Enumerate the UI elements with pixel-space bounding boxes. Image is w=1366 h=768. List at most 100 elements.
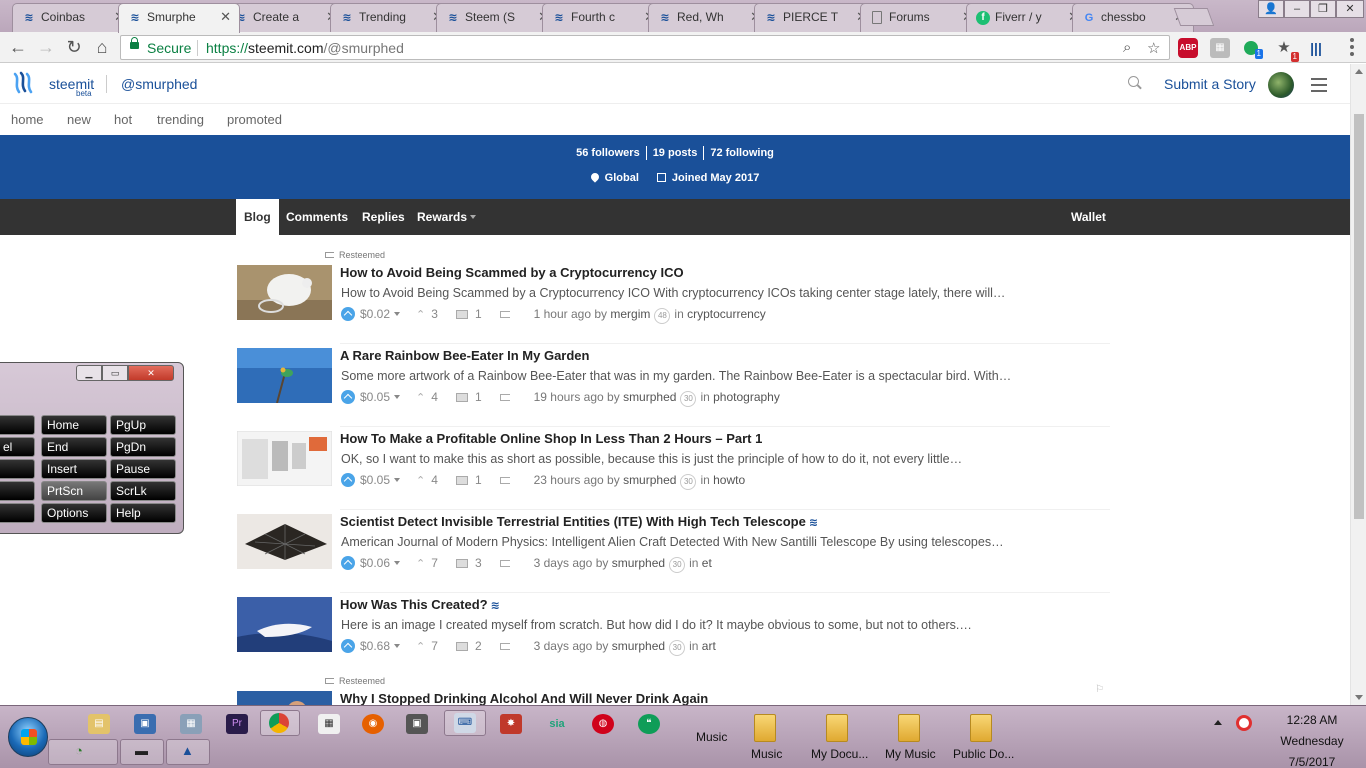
folder-icon[interactable] [754, 714, 776, 742]
post-author[interactable]: smurphed [623, 473, 676, 487]
post-title[interactable]: Scientist Detect Invisible Terrestrial E… [340, 514, 818, 529]
page-scrollbar[interactable] [1350, 64, 1366, 705]
reload-icon[interactable]: ↻ [62, 36, 86, 60]
browser-tab[interactable]: fFiverr / y✕ [966, 3, 1088, 32]
browser-tab[interactable]: ≋Fourth c✕ [542, 3, 664, 32]
folder-label[interactable]: My Music [885, 747, 936, 761]
chevron-down-icon[interactable] [394, 644, 401, 648]
post-payout[interactable]: $0.06 [360, 556, 390, 570]
key-blank[interactable] [0, 415, 35, 435]
chevron-down-icon[interactable] [394, 478, 401, 482]
key-pgdn[interactable]: PgDn [110, 437, 176, 457]
taskbar-chrome-button[interactable] [260, 710, 300, 736]
vote-count[interactable]: 7 [416, 639, 438, 653]
key-end[interactable]: End [41, 437, 107, 457]
tab-rewards[interactable]: Rewards [417, 199, 477, 235]
chevron-down-icon[interactable] [394, 312, 401, 316]
key-pgup[interactable]: PgUp [110, 415, 176, 435]
comment-count[interactable]: 1 [475, 473, 482, 487]
subnav-hot[interactable]: hot [114, 112, 132, 127]
post-excerpt[interactable]: Here is an image I created myself from s… [341, 618, 972, 632]
post-payout[interactable]: $0.05 [360, 390, 390, 404]
adblock-plus-icon[interactable]: ABP [1178, 38, 1198, 58]
browser-tab[interactable]: ≋Trending✕ [330, 3, 452, 32]
scroll-up-icon[interactable] [1355, 69, 1363, 74]
post-category[interactable]: art [702, 639, 716, 653]
post-title[interactable]: How to Avoid Being Scammed by a Cryptocu… [340, 265, 684, 280]
browser-tab[interactable]: Forums✕ [860, 3, 982, 32]
post-payout[interactable]: $0.02 [360, 307, 390, 321]
browser-tab[interactable]: ≋Coinbas✕ [12, 3, 134, 32]
app-icon[interactable]: ✸ [500, 714, 522, 734]
search-icon[interactable] [1128, 76, 1139, 87]
resteem-icon[interactable] [499, 643, 510, 650]
post-thumbnail[interactable] [237, 348, 332, 403]
post-title[interactable]: A Rare Rainbow Bee-Eater In My Garden [340, 348, 589, 363]
scroll-down-icon[interactable] [1355, 695, 1363, 700]
chevron-down-icon[interactable] [394, 395, 401, 399]
post-excerpt[interactable]: How to Avoid Being Scammed by a Cryptocu… [341, 286, 1005, 300]
quicklaunch-button[interactable]: ▬ [120, 739, 164, 765]
key-home[interactable]: Home [41, 415, 107, 435]
grid-app-icon[interactable]: ▦ [318, 714, 340, 734]
vote-count[interactable]: 3 [416, 307, 438, 321]
key-options[interactable]: Options [41, 503, 107, 523]
system-clock[interactable]: 12:28 AM Wednesday 7/5/2017 [1262, 710, 1362, 768]
profile-handle[interactable]: @smurphed [121, 76, 197, 92]
post-thumbnail[interactable] [237, 597, 332, 652]
subnav-promoted[interactable]: promoted [227, 112, 282, 127]
quicklaunch-button[interactable]: ▲ [166, 739, 210, 765]
vote-count[interactable]: 4 [416, 473, 438, 487]
zoom-icon[interactable]: ⌕ [1123, 39, 1131, 56]
subnav-trending[interactable]: trending [157, 112, 204, 127]
followers-count[interactable]: 56 followers [570, 147, 646, 159]
comment-count[interactable]: 1 [475, 307, 482, 321]
post-excerpt[interactable]: Some more artwork of a Rainbow Bee-Eater… [341, 369, 1011, 383]
taskbar-keyboard-button[interactable]: ⌨ [444, 710, 486, 736]
folder-label[interactable]: My Docu... [811, 747, 868, 761]
tab-wallet[interactable]: Wallet [1071, 199, 1106, 235]
post-title[interactable]: Why I Stopped Drinking Alcohol And Will … [340, 691, 708, 705]
close-icon[interactable]: ✕ [128, 365, 174, 381]
address-bar[interactable]: Secure https://steemit.com/@smurphed ⌕ ☆ [120, 35, 1170, 60]
upvote-icon[interactable] [341, 473, 355, 487]
folder-icon[interactable] [970, 714, 992, 742]
key-blank[interactable] [0, 481, 35, 501]
post-thumbnail[interactable] [237, 265, 332, 320]
key-prtscn[interactable]: PrtScn [41, 481, 107, 501]
key-blank[interactable] [0, 503, 35, 523]
post-category[interactable]: cryptocurrency [687, 307, 766, 321]
post-time[interactable]: 1 hour ago [534, 307, 591, 321]
post-payout[interactable]: $0.68 [360, 639, 390, 653]
browser-menu-icon[interactable] [1350, 38, 1354, 56]
post-time[interactable]: 23 hours ago [534, 473, 604, 487]
browser-tab[interactable]: ≋Steem (S✕ [436, 3, 558, 32]
steem-extension-icon[interactable]: ||| [1306, 38, 1326, 58]
post-author[interactable]: mergim [610, 307, 650, 321]
browser-tab-active[interactable]: ≋ Smurphe ✕ [118, 3, 240, 33]
close-tab-icon[interactable]: ✕ [220, 4, 231, 30]
resteem-icon[interactable] [499, 311, 510, 318]
steemit-logo-icon[interactable] [11, 70, 37, 96]
resteem-icon[interactable] [499, 477, 510, 484]
resteem-icon[interactable] [499, 560, 510, 567]
minimize-icon[interactable]: – [1284, 0, 1310, 18]
folder-label[interactable]: Public Do... [953, 747, 1014, 761]
firefox-icon[interactable]: ◉ [362, 714, 384, 734]
key-pause[interactable]: Pause [110, 459, 176, 479]
sia-icon[interactable]: sia [546, 714, 568, 734]
upvote-icon[interactable] [341, 556, 355, 570]
subnav-new[interactable]: new [67, 112, 91, 127]
subnav-home[interactable]: home [11, 112, 44, 127]
folder-icon[interactable] [826, 714, 848, 742]
quicklaunch-button[interactable]: ◔ [48, 739, 118, 765]
key-insert[interactable]: Insert [41, 459, 107, 479]
post-category[interactable]: photography [713, 390, 780, 404]
post-thumbnail[interactable] [237, 431, 332, 486]
flag-icon[interactable]: ⚐ [1095, 684, 1104, 695]
minimize-icon[interactable]: ▁ [76, 365, 102, 381]
upvote-icon[interactable] [341, 390, 355, 404]
folder-icon[interactable] [898, 714, 920, 742]
following-count[interactable]: 72 following [704, 147, 780, 159]
post-author[interactable]: smurphed [623, 390, 676, 404]
